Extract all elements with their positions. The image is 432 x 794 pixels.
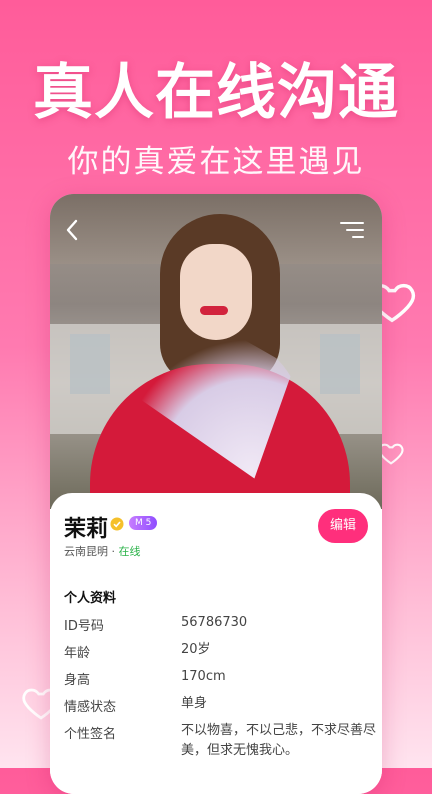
profile-card: 茉莉 M 5 云南昆明 · 在线 编辑 个人资料 ID号码 56786730 年…: [50, 493, 382, 794]
level-badge: M 5: [129, 516, 158, 530]
info-value: 56786730: [181, 615, 248, 630]
verified-badge-icon: [110, 517, 124, 531]
profile-screen: 茉莉 M 5 云南昆明 · 在线 编辑 个人资料 ID号码 56786730 年…: [50, 194, 382, 794]
info-value: 20岁: [181, 642, 211, 657]
info-label: ID号码: [64, 619, 104, 634]
profile-photo: [50, 194, 382, 509]
menu-icon-line: [340, 222, 364, 224]
headline: 真人在线沟通: [33, 58, 399, 128]
menu-icon-line: [346, 229, 364, 231]
info-label: 情感状态: [64, 700, 117, 715]
edit-button[interactable]: 编辑: [318, 509, 368, 543]
info-value: 170cm: [181, 669, 226, 684]
info-value: 单身: [181, 696, 208, 711]
photo-lips: [200, 306, 228, 315]
back-button[interactable]: [64, 218, 80, 246]
photo-background-window: [70, 334, 110, 394]
location-separator: ·: [108, 545, 119, 558]
info-label: 年龄: [64, 646, 91, 661]
online-status: 在线: [118, 545, 141, 558]
photo-background-window: [320, 334, 360, 394]
info-label: 个性签名: [64, 727, 117, 742]
subline: 你的真爱在这里遇见: [67, 144, 365, 180]
info-label: 身高: [64, 673, 91, 688]
info-value: 不以物喜，不以己悲，不求尽善尽美，但求无愧我心。: [181, 723, 377, 758]
menu-icon-line: [352, 236, 364, 238]
location-line: 云南昆明 · 在线: [64, 543, 141, 559]
section-title: 个人资料: [64, 591, 117, 606]
menu-button[interactable]: [340, 222, 364, 240]
profile-name: 茉莉: [64, 517, 109, 542]
chevron-left-icon: [66, 219, 78, 241]
photo-face: [180, 244, 252, 340]
location-text: 云南昆明: [64, 545, 108, 558]
